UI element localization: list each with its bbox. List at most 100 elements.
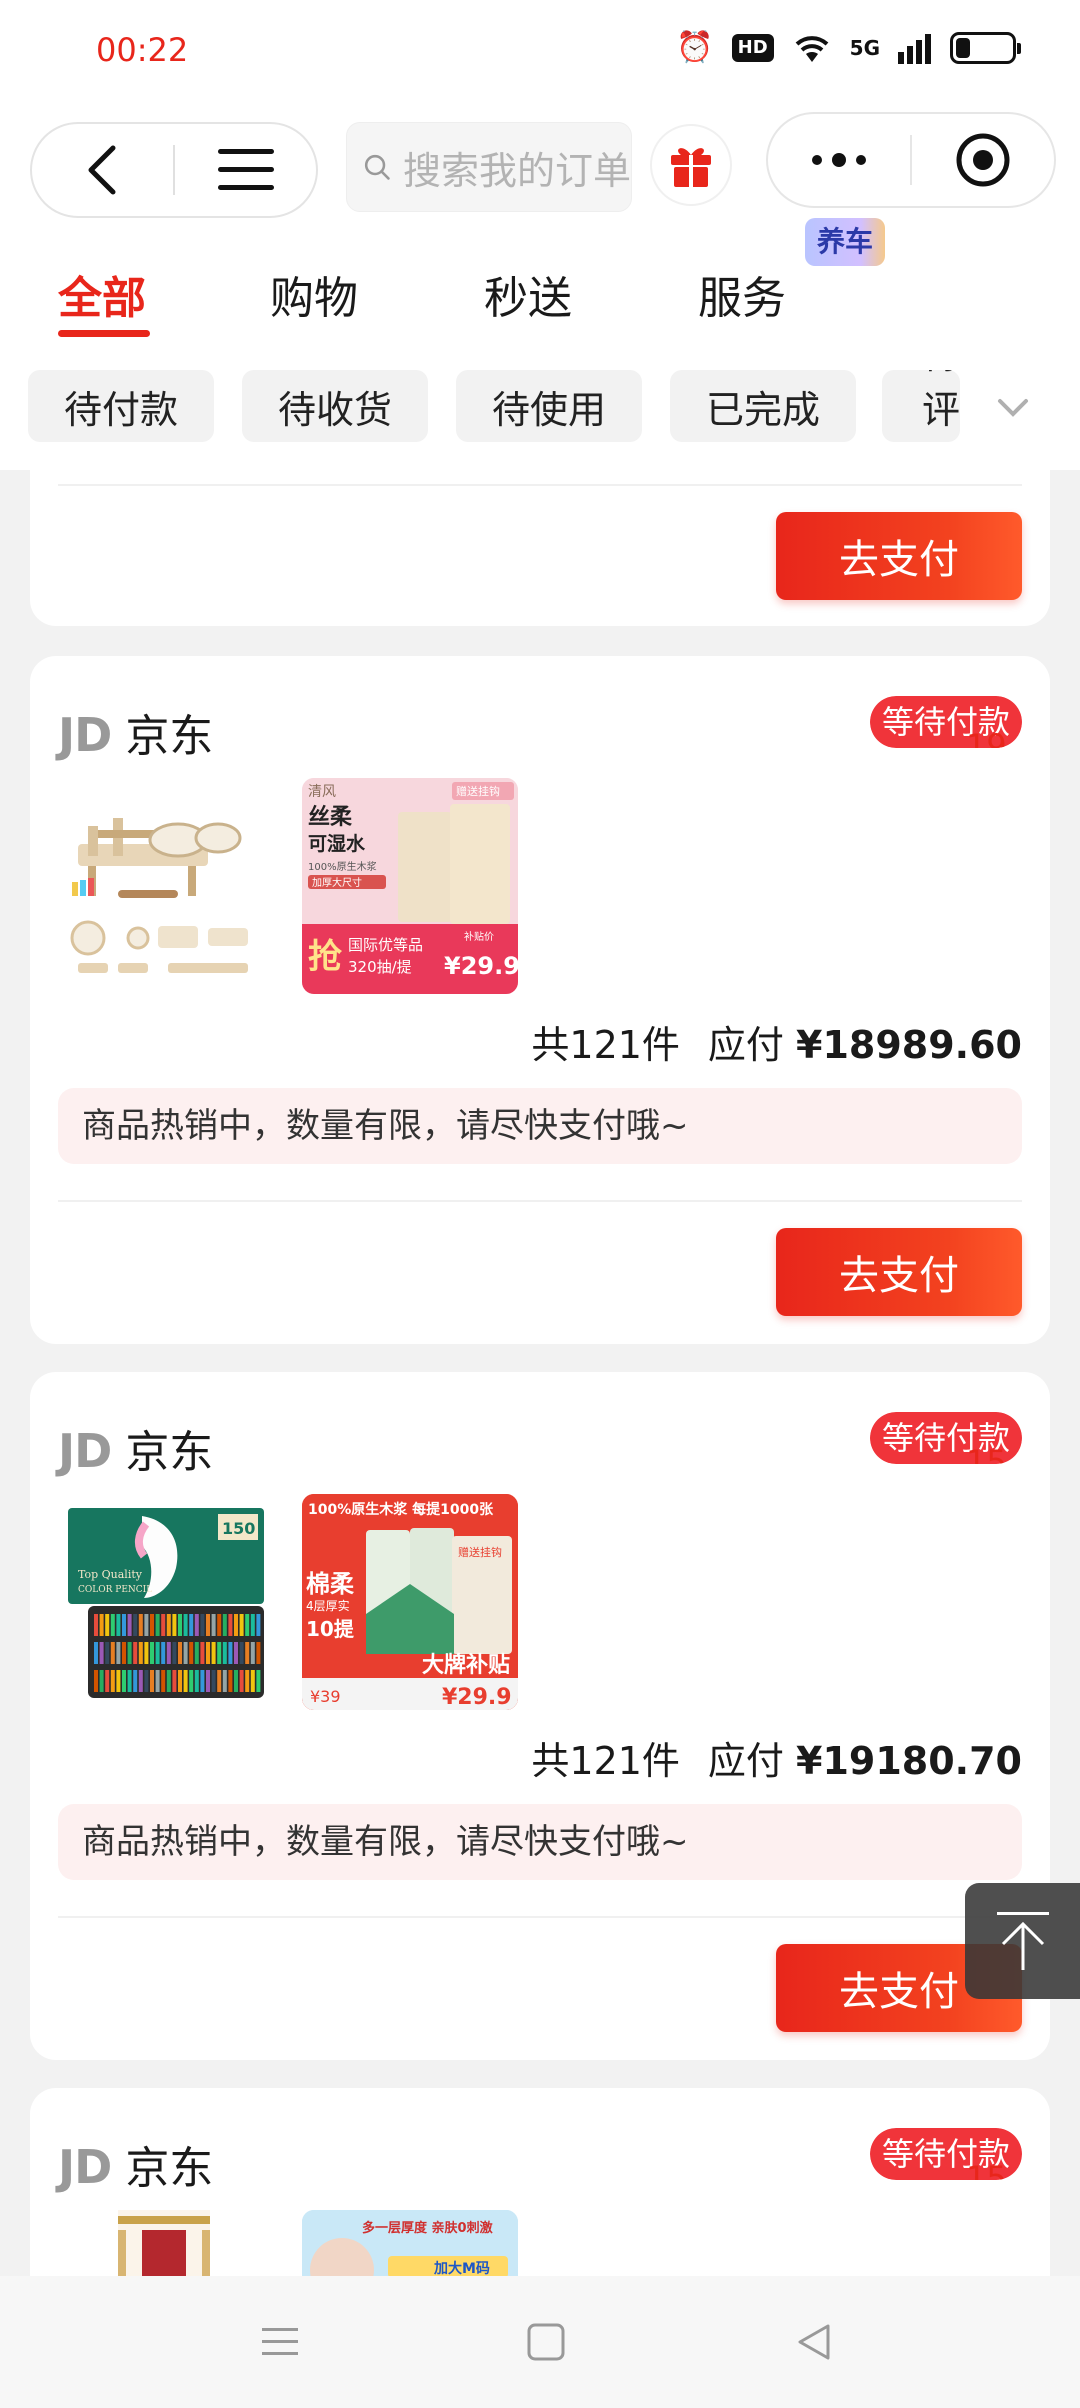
wet-tissue-illustration: 清风 丝柔 可湿水 100%原生木浆 加厚大尺寸 赠送挂钩 抢 国际优等品 32… bbox=[302, 778, 518, 994]
menu-button[interactable] bbox=[175, 124, 316, 216]
tab-all[interactable]: 全部 bbox=[58, 262, 146, 326]
filter-pending-review[interactable]: 待评价 bbox=[882, 370, 960, 442]
shop-header[interactable]: JD 京东 bbox=[58, 1416, 213, 1480]
pay-button[interactable]: 去支付 bbox=[776, 1228, 1022, 1316]
clock: 00:22 bbox=[96, 31, 189, 69]
pencil bbox=[94, 1614, 98, 1636]
shop-name: 京东 bbox=[125, 2143, 214, 2194]
shop-header[interactable]: JD 京东 bbox=[58, 2132, 213, 2196]
pencil bbox=[194, 1642, 199, 1664]
product-headline: 丝柔 bbox=[308, 804, 353, 830]
back-system-button[interactable] bbox=[786, 2314, 842, 2370]
search-placeholder: 搜索我的订单 bbox=[402, 148, 631, 193]
pencil bbox=[211, 1614, 216, 1636]
pencil bbox=[94, 1642, 98, 1664]
pencil bbox=[150, 1670, 154, 1692]
tab-service[interactable]: 服务 bbox=[698, 262, 786, 326]
order-card[interactable]: JD 京东 等待付款 19小时24分 清风 丝柔 bbox=[30, 656, 1050, 1344]
close-miniprogram-button[interactable] bbox=[912, 114, 1054, 206]
layer-label: 4层厚实 bbox=[306, 1598, 350, 1613]
grade-label: 国际优等品 bbox=[348, 936, 423, 954]
brand-label: 清风 bbox=[308, 784, 336, 800]
nav-capsule bbox=[30, 122, 318, 218]
product-image-wet-tissue[interactable]: 清风 丝柔 可湿水 100%原生木浆 加厚大尺寸 赠送挂钩 抢 国际优等品 32… bbox=[302, 778, 518, 994]
back-button[interactable] bbox=[32, 124, 173, 216]
product-image-color-pencils[interactable]: 150 Top Quality COLOR PENCIL bbox=[58, 1494, 274, 1710]
status-badge: 等待付款 15小时32分 bbox=[869, 1412, 1022, 1464]
order-card[interactable]: JD 京东 等待付款 15小时32分 150 Top Quality COLOR… bbox=[30, 1372, 1050, 2060]
pencil bbox=[172, 1670, 177, 1692]
card-divider bbox=[58, 1916, 1022, 1918]
pencil bbox=[105, 1642, 110, 1664]
pencil bbox=[122, 1642, 126, 1664]
gift-hook-label: 赠送挂钩 bbox=[458, 1545, 502, 1559]
amount-due: ¥19180.70 bbox=[796, 1739, 1022, 1783]
shop-name: 京东 bbox=[125, 711, 214, 762]
filter-pending-review-label: 待评价 bbox=[922, 370, 960, 432]
pencil bbox=[110, 1614, 115, 1636]
pencil bbox=[99, 1670, 104, 1692]
order-summary: 共121件 应付 ¥18989.60 bbox=[531, 1014, 1022, 1069]
pencil bbox=[105, 1670, 110, 1692]
gift-button[interactable] bbox=[650, 124, 732, 206]
chevron-down-icon[interactable] bbox=[996, 390, 1030, 424]
tab-instant-delivery[interactable]: 秒送 bbox=[484, 262, 572, 326]
pencil-type-label: COLOR PENCIL bbox=[78, 1585, 152, 1595]
arrow-up-icon bbox=[996, 1912, 1049, 1970]
countdown: 15小时21分 bbox=[965, 2159, 1007, 2180]
original-price: ¥39 bbox=[310, 1687, 341, 1706]
pencil bbox=[206, 1642, 210, 1664]
back-to-top-button[interactable] bbox=[965, 1883, 1080, 1999]
pencil bbox=[250, 1614, 255, 1636]
pencil bbox=[217, 1670, 222, 1692]
pencil bbox=[150, 1614, 154, 1636]
pack-count-label: 320抽/提 bbox=[348, 958, 412, 976]
filter-pending-receipt[interactable]: 待收货 bbox=[242, 370, 428, 442]
filter-pending-use[interactable]: 待使用 bbox=[456, 370, 642, 442]
recents-button[interactable] bbox=[252, 2314, 308, 2370]
product-image-instrument-toy[interactable] bbox=[58, 778, 274, 994]
pencil bbox=[222, 1642, 227, 1664]
pencil bbox=[99, 1642, 104, 1664]
jd-logo: JD bbox=[58, 708, 112, 762]
pencil bbox=[161, 1670, 166, 1692]
pencil bbox=[228, 1614, 233, 1636]
tab-shopping[interactable]: 购物 bbox=[270, 262, 358, 326]
pencil bbox=[256, 1670, 261, 1692]
battery-icon bbox=[950, 32, 1021, 64]
product-image-soft-tissue[interactable]: 100%原生木浆 每提1000张 棉柔 4层厚实 10提 赠送挂钩 大牌补贴 ¥… bbox=[302, 1494, 518, 1710]
pencil bbox=[178, 1642, 182, 1664]
pencil bbox=[99, 1614, 104, 1636]
jd-logo: JD bbox=[58, 2140, 112, 2194]
soft-label: 棉柔 bbox=[306, 1570, 355, 1598]
material-label: 100%原生木浆 bbox=[308, 860, 377, 873]
pencil bbox=[228, 1670, 233, 1692]
pencil bbox=[256, 1614, 261, 1636]
pencil bbox=[178, 1670, 182, 1692]
pencil bbox=[127, 1670, 132, 1692]
promo-price: ¥29.9 bbox=[444, 952, 518, 980]
pencil bbox=[200, 1614, 205, 1636]
home-button[interactable] bbox=[518, 2314, 574, 2370]
order-search-input[interactable]: 搜索我的订单 bbox=[346, 122, 632, 212]
pencil bbox=[127, 1642, 132, 1664]
filter-completed[interactable]: 已完成 bbox=[670, 370, 856, 442]
gift-icon bbox=[671, 148, 711, 187]
pencil-count-label: 150 bbox=[222, 1519, 255, 1538]
pencil bbox=[206, 1670, 210, 1692]
pencil bbox=[222, 1670, 227, 1692]
filter-pending-payment[interactable]: 待付款 bbox=[28, 370, 214, 442]
pencil bbox=[239, 1614, 244, 1636]
square-icon bbox=[527, 2323, 565, 2361]
subsidy-label: 补贴价 bbox=[464, 930, 494, 943]
status-bar: 00:22 ⏰ HD 5G bbox=[0, 0, 1080, 100]
more-button[interactable] bbox=[768, 114, 910, 206]
instrument-toy-illustration bbox=[70, 818, 248, 973]
pencil bbox=[138, 1642, 143, 1664]
jd-logo: JD bbox=[58, 1424, 112, 1478]
network-5g-icon: 5G bbox=[849, 36, 880, 60]
pencil bbox=[189, 1614, 194, 1636]
pencil bbox=[211, 1642, 216, 1664]
shop-header[interactable]: JD 京东 bbox=[58, 700, 213, 764]
pay-button[interactable]: 去支付 bbox=[776, 512, 1022, 600]
